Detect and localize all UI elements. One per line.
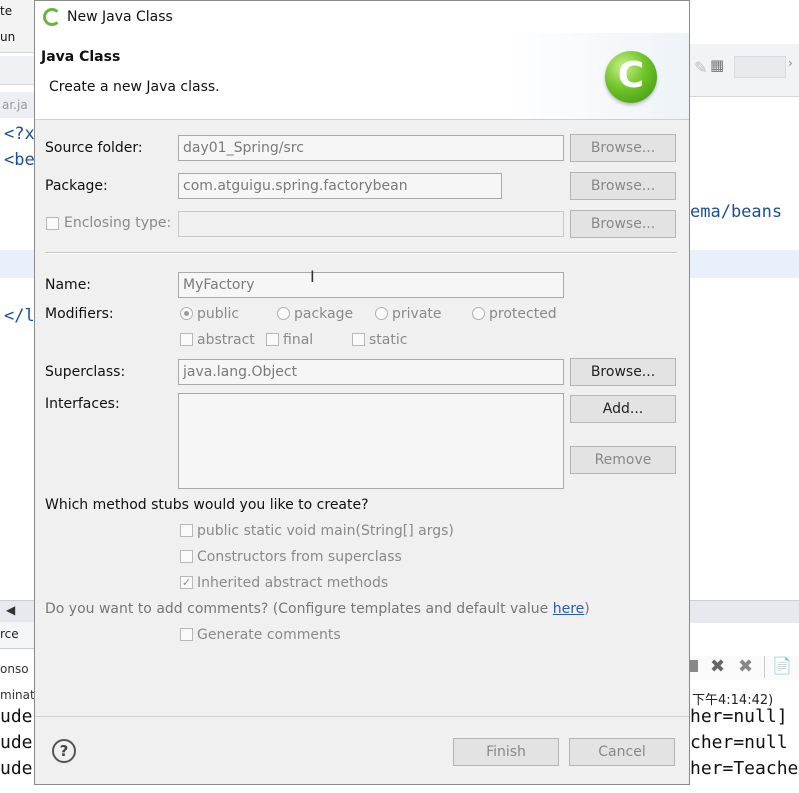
current-line-highlight: [0, 250, 34, 278]
enclosing-type-label: Enclosing type:: [64, 215, 172, 231]
generate-comments-label[interactable]: Generate comments: [197, 627, 341, 643]
help-icon[interactable]: ?: [52, 739, 76, 763]
new-java-class-dialog: New Java Class Java Class Create a new J…: [34, 0, 690, 785]
public-radio-label[interactable]: public: [197, 306, 239, 322]
main-method-label[interactable]: public static void main(String[] args): [197, 523, 454, 539]
static-checkbox[interactable]: [352, 333, 365, 346]
modifiers-label: Modifiers:: [45, 306, 114, 322]
final-checkbox[interactable]: [266, 333, 279, 346]
abstract-checkbox[interactable]: [180, 333, 193, 346]
protected-radio[interactable]: [472, 307, 485, 320]
remove-all-icon[interactable]: ✖: [738, 656, 753, 677]
clear-console-icon[interactable]: 📄: [772, 656, 792, 675]
ide-toolbar-right: ✎ ▦ ›: [690, 44, 799, 97]
superclass-input[interactable]: java.lang.Object: [178, 359, 564, 385]
interfaces-label: Interfaces:: [45, 396, 120, 412]
console-toolbar: ✖ ✖ 📄: [690, 656, 799, 680]
pencil-icon[interactable]: ✎: [694, 58, 707, 77]
comments-question: Do you want to add comments? (Configure …: [45, 601, 590, 617]
java-class-wizard-icon: C: [605, 51, 657, 103]
console-label-fragment: minat: [0, 688, 35, 702]
toolbar-field[interactable]: [734, 56, 786, 78]
ide-menubar: te un: [0, 0, 34, 53]
console-tab-fragment[interactable]: rce: [0, 627, 19, 641]
finish-button[interactable]: Finish: [453, 738, 559, 766]
name-input[interactable]: MyFactory: [178, 272, 564, 298]
generate-comments-checkbox[interactable]: [180, 628, 193, 641]
code-fragment: <be: [4, 150, 35, 170]
abstract-checkbox-label[interactable]: abstract: [197, 332, 255, 348]
final-checkbox-label[interactable]: final: [283, 332, 313, 348]
package-browse-button[interactable]: Browse...: [570, 172, 676, 200]
method-stubs-question: Which method stubs would you like to cre…: [45, 497, 369, 513]
code-fragment: <?x: [4, 124, 35, 144]
add-interface-button[interactable]: Add...: [570, 395, 676, 423]
console-view-icon[interactable]: [690, 660, 698, 672]
console-tabs: rce: [0, 622, 34, 649]
remove-launch-icon[interactable]: ✖: [710, 656, 725, 677]
enclosing-type-input[interactable]: [178, 211, 564, 237]
text-cursor-icon: I: [310, 267, 315, 286]
console-output-line: cher=null: [690, 732, 788, 753]
inherited-methods-checkbox[interactable]: ✓: [180, 576, 193, 589]
dialog-title: New Java Class: [67, 9, 173, 25]
package-label: Package:: [45, 178, 108, 194]
header-title: Java Class: [41, 49, 121, 65]
header-gradient: [505, 33, 689, 119]
button-bar-separator: [35, 716, 689, 717]
cancel-button[interactable]: Cancel: [569, 738, 675, 766]
public-radio[interactable]: [180, 307, 193, 320]
menu-item-fragment[interactable]: un: [0, 30, 15, 44]
console-output-line: her=null]: [690, 706, 788, 727]
separator: [45, 252, 677, 254]
static-checkbox-label[interactable]: static: [369, 332, 407, 348]
comments-question-close: ): [584, 601, 590, 617]
chevron-right-icon[interactable]: ›: [788, 56, 793, 70]
code-fragment: </l: [4, 306, 35, 326]
constructors-label[interactable]: Constructors from superclass: [197, 549, 402, 565]
dialog-titlebar[interactable]: New Java Class: [35, 1, 689, 33]
editor-scrollbar[interactable]: [690, 600, 799, 623]
package-radio[interactable]: [277, 307, 290, 320]
private-radio[interactable]: [375, 307, 388, 320]
grid-icon[interactable]: ▦: [710, 56, 724, 74]
ide-toolbar-left: [0, 56, 34, 85]
scroll-left-icon[interactable]: ◀: [6, 603, 15, 617]
menu-item-fragment[interactable]: te: [0, 4, 12, 18]
current-line-highlight: [690, 250, 799, 278]
enclosing-type-browse-button[interactable]: Browse...: [570, 210, 676, 238]
source-folder-browse-button[interactable]: Browse...: [570, 134, 676, 162]
protected-radio-label[interactable]: protected: [489, 306, 557, 322]
editor-tab-fragment[interactable]: ar.ja: [0, 92, 34, 118]
dialog-header: Java Class Create a new Java class. C: [35, 33, 689, 120]
configure-templates-link[interactable]: here: [553, 601, 585, 617]
enclosing-type-checkbox[interactable]: [46, 217, 59, 230]
main-method-checkbox[interactable]: [180, 524, 193, 537]
console-output-line: her=Teache: [690, 758, 799, 779]
remove-interface-button[interactable]: Remove: [570, 446, 676, 474]
private-radio-label[interactable]: private: [392, 306, 442, 322]
superclass-label: Superclass:: [45, 364, 126, 380]
comments-question-text: Do you want to add comments? (Configure …: [45, 601, 553, 617]
package-input[interactable]: com.atguigu.spring.factorybean: [178, 173, 502, 199]
inherited-methods-label[interactable]: Inherited abstract methods: [197, 575, 388, 591]
constructors-checkbox[interactable]: [180, 550, 193, 563]
name-label: Name:: [45, 277, 92, 293]
source-folder-label: Source folder:: [45, 140, 143, 156]
spring-logo-icon: [43, 8, 61, 26]
toolbar-divider: [764, 656, 765, 678]
interfaces-list[interactable]: [178, 393, 564, 489]
package-radio-label[interactable]: package: [294, 306, 353, 322]
source-folder-input[interactable]: day01_Spring/src: [178, 135, 564, 161]
superclass-browse-button[interactable]: Browse...: [570, 358, 676, 386]
code-fragment: ema/beans: [690, 202, 783, 222]
console-label-fragment: onso: [0, 662, 29, 676]
header-description: Create a new Java class.: [49, 79, 220, 95]
